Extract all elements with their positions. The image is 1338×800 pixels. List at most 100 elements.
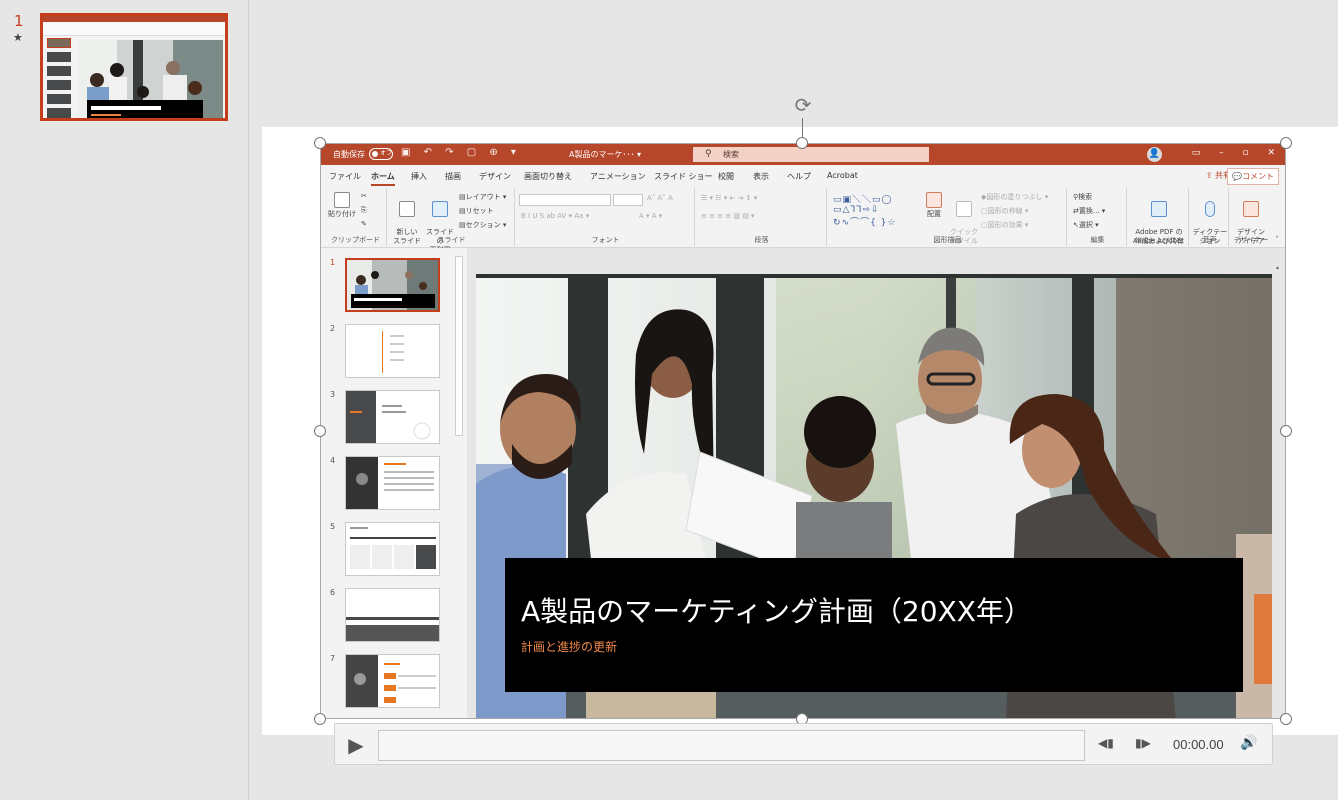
reset-label: リセット — [465, 207, 494, 215]
inner-slide-number: 1 — [330, 258, 336, 267]
ribbon-tabs: ファイル ホーム 挿入 描画 デザイン 画面切り替え アニメーション スライド … — [321, 165, 1285, 186]
format-painter-icon: ✎ — [361, 220, 367, 228]
shape-fill-label: 図形の塗りつぶし — [986, 193, 1043, 201]
editing-group-label: 編集 — [1090, 236, 1105, 244]
group-designer: デザイン アイデア デザイナー — [1231, 188, 1271, 246]
font-size-box — [613, 194, 643, 206]
ribbon: 貼り付け ✂ ⎘ ✎ クリップボード 新しい スライド スライドの 再利用 ▤レ… — [321, 186, 1285, 254]
search-box: ⚲ 検索 — [693, 147, 929, 162]
group-paragraph: ☰ ▾ ☷ ▾ ⇤ ⇥ ↕ ▾ ≡ ≡ ≡ ≡ ▥ ▤ ▾ 段落 — [697, 188, 827, 246]
resize-handle-sw[interactable] — [314, 713, 326, 725]
tab-insert: 挿入 — [411, 172, 427, 181]
slide-subtitle: 計画と進捗の更新 — [521, 640, 618, 654]
skip-forward-icon[interactable]: ▮▶ — [1135, 736, 1151, 750]
skip-back-icon[interactable]: ◀▮ — [1098, 736, 1114, 750]
section-button: ▤セクション ▾ — [459, 221, 507, 229]
slide-title: A製品のマーケティング計画（20XX年） — [521, 595, 1032, 628]
window-controls-icon: ▭ – ▫ ✕ — [1191, 148, 1275, 158]
select-button: ↖選択 ▾ — [1073, 221, 1099, 229]
shape-fill-button: ◆図形の塗りつぶし ▾ — [981, 193, 1049, 201]
arrange-label: 配置 — [927, 210, 941, 218]
drawing-group-label: 図形描画 — [933, 236, 962, 244]
tab-transitions: 画面切り替え — [524, 172, 572, 181]
font-group-label: フォント — [591, 236, 620, 244]
resize-handle-se[interactable] — [1280, 713, 1292, 725]
search-placeholder: 検索 — [723, 150, 739, 159]
inner-thumb-7 — [345, 654, 440, 708]
inner-thumb-6 — [345, 588, 440, 642]
font-color-icon: A ▾ A ▾ — [639, 212, 663, 220]
font-style-icons: B I U S ab AV ▾ Aa ▾ — [521, 212, 590, 220]
tab-animations: アニメーション — [590, 172, 646, 181]
shape-effect-button: ▢図形の効果 ▾ — [981, 221, 1029, 229]
document-title: A製品のマーケ･･･ ▾ — [569, 150, 642, 159]
search-icon: ⚲ — [705, 149, 712, 159]
autosave-label: 自動保存 — [333, 150, 365, 159]
new-slide-icon — [399, 201, 415, 217]
paste-label: 貼り付け — [328, 210, 356, 218]
pdf-icon — [1151, 201, 1167, 217]
group-voice: ディクテー ション 音声 — [1191, 188, 1229, 246]
shape-effect-label: 図形の効果 — [987, 221, 1023, 229]
microphone-icon — [1205, 201, 1215, 217]
group-editing: ⚲検索 ⇄置換... ▾ ↖選択 ▾ 編集 — [1069, 188, 1127, 246]
align-icons: ≡ ≡ ≡ ≡ ▥ ▤ ▾ — [701, 212, 755, 220]
tab-review: 校閲 — [718, 172, 734, 181]
replace-label: 置換... — [1078, 207, 1100, 215]
font-name-box — [519, 194, 611, 206]
layout-label: レイアウト — [465, 193, 501, 201]
design-ideas-icon — [1243, 201, 1259, 217]
inner-thumb-1 — [345, 258, 440, 312]
shape-outline-button: ▢図形の枠線 ▾ — [981, 207, 1029, 215]
collapse-ribbon-icon: ˄ — [1275, 235, 1279, 244]
thumbnail-scrollbar — [455, 256, 463, 436]
shapes-gallery-icon: ▭▣＼＼▭◯ ▭△⅂⅂⇨⇩ ↻∿⌒⌒{ }☆ — [833, 195, 897, 228]
resize-handle-ne[interactable] — [1280, 137, 1292, 149]
resize-handle-nw[interactable] — [314, 137, 326, 149]
copy-icon: ⎘ — [361, 206, 367, 214]
inner-thumb-5 — [345, 522, 440, 576]
embedded-video[interactable]: 自動保存 オフ ▣ ↶ ↷ ▢ ⊕ ▾ A製品のマーケ･･･ ▾ ⚲ 検索 👤 … — [320, 143, 1286, 719]
media-time: 00:00.00 — [1173, 737, 1224, 752]
scroll-up-icon: ▴ — [1276, 264, 1280, 271]
tab-file: ファイル — [329, 172, 361, 181]
reuse-slide-button: スライドの 再利用 — [423, 192, 457, 255]
tab-design: デザイン — [479, 172, 511, 181]
animation-star-icon: ★ — [13, 31, 23, 44]
comment-label: コメント — [1242, 172, 1274, 181]
inner-thumb-4 — [345, 456, 440, 510]
slide-thumbnail-1[interactable] — [40, 13, 228, 121]
rotate-handle-icon[interactable]: ⟳ — [791, 93, 815, 117]
resize-handle-e[interactable] — [1280, 425, 1292, 437]
tab-help: ヘルプ — [787, 172, 811, 181]
slide-number: 1 — [14, 12, 24, 30]
group-clipboard: 貼り付け ✂ ⎘ ✎ クリップボード — [325, 188, 387, 246]
group-slides: 新しい スライド スライドの 再利用 ▤レイアウト ▾ ▤リセット ▤セクション… — [389, 188, 515, 254]
arrange-icon — [926, 192, 942, 208]
autosave-toggle: オフ — [369, 148, 393, 160]
font-grow-icon: A˄ A˅ A — [647, 194, 673, 202]
inner-thumbnail-strip: 1 2 3 4 5 6 7 — [321, 248, 467, 718]
tab-draw: 描画 — [445, 172, 461, 181]
resize-handle-n[interactable] — [796, 137, 808, 149]
thumbnail-preview — [43, 16, 225, 118]
tab-acrobat: Acrobat — [827, 171, 858, 180]
inner-slide-number: 7 — [330, 654, 336, 663]
paste-icon — [334, 192, 350, 208]
inner-slide-number: 3 — [330, 390, 336, 399]
find-label: 検索 — [1078, 193, 1093, 201]
inner-thumb-3 — [345, 390, 440, 444]
voice-group-label: 音声 — [1202, 236, 1217, 244]
inner-slide-number: 5 — [330, 522, 336, 531]
media-progress-track[interactable] — [378, 730, 1085, 761]
play-icon[interactable]: ▶ — [343, 732, 369, 758]
group-drawing: ▭▣＼＼▭◯ ▭△⅂⅂⇨⇩ ↻∿⌒⌒{ }☆ 配置 クイック スタイル ◆図形の塗り… — [829, 188, 1067, 246]
volume-icon[interactable]: 🔊 — [1240, 735, 1257, 751]
bullets-icon: ☰ ▾ ☷ ▾ ⇤ ⇥ ↕ ▾ — [701, 194, 758, 202]
slide-thumbnail-pane: 1 ★ — [0, 0, 249, 800]
paste-button: 貼り付け — [327, 192, 357, 219]
resize-handle-w[interactable] — [314, 425, 326, 437]
reuse-slide-icon — [432, 201, 448, 217]
quick-style-icon — [956, 201, 972, 217]
inner-slide-number: 4 — [330, 456, 336, 465]
